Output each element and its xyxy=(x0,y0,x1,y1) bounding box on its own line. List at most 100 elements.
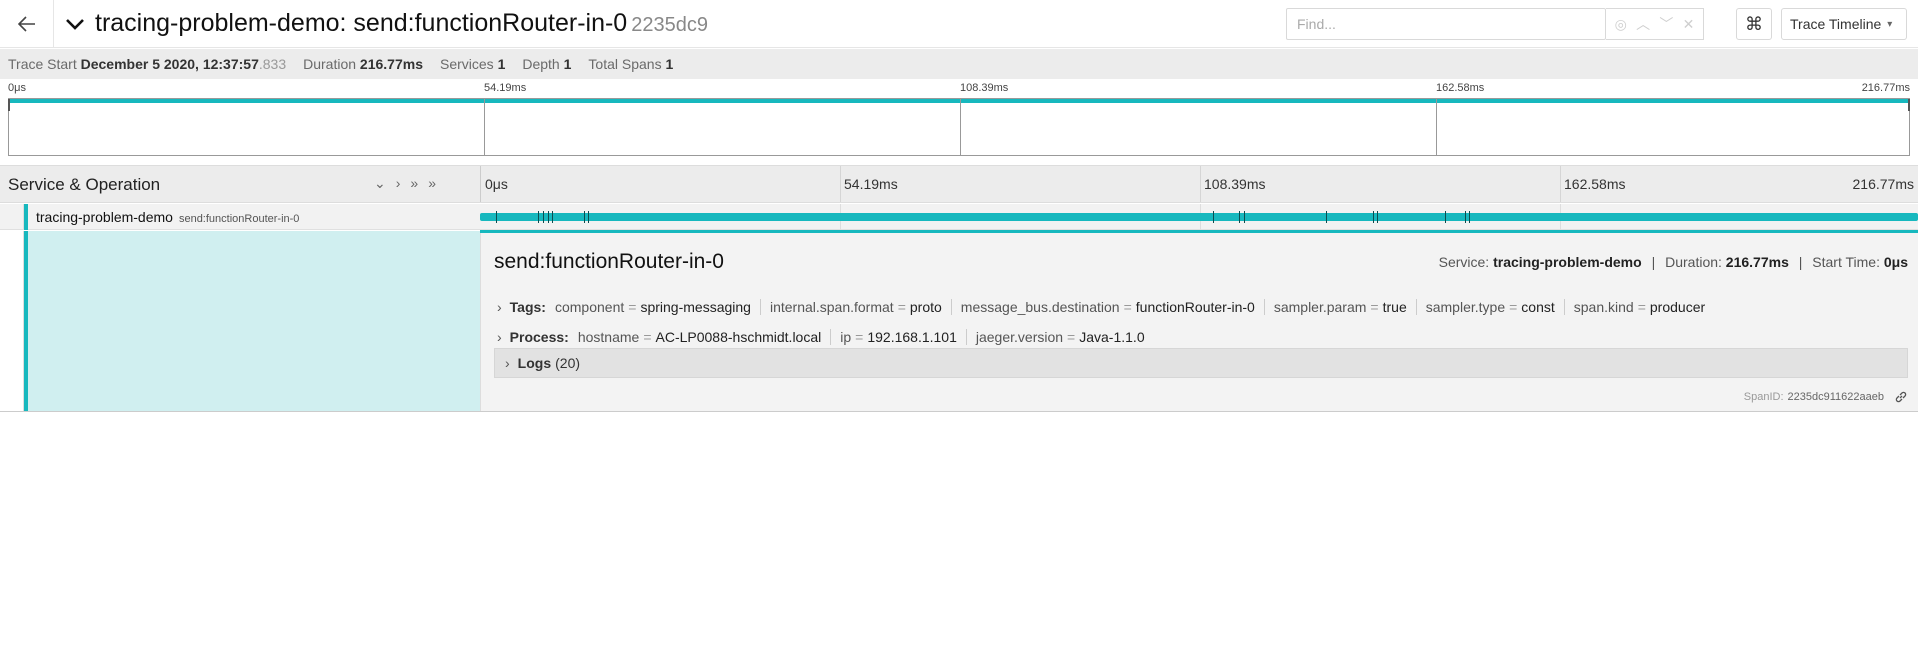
process-key: jaeger.version xyxy=(975,329,1064,345)
process-item: ip = 192.168.1.101 xyxy=(831,329,967,345)
detail-bottom-border xyxy=(0,411,1918,412)
chevron-down-icon[interactable]: ⌄ xyxy=(374,175,386,192)
trace-summary: Trace Start December 5 2020, 12:37:57.83… xyxy=(0,49,1918,79)
trace-start-value: December 5 2020, 12:37:57 xyxy=(80,56,259,72)
chevron-right-icon[interactable]: › xyxy=(497,329,502,345)
tags-key: internal.span.format xyxy=(769,299,894,315)
span-log-marker xyxy=(1213,211,1214,223)
depth-label: Depth xyxy=(522,56,560,72)
double-chevron-down-icon[interactable]: » xyxy=(410,175,418,192)
span-log-marker xyxy=(1244,211,1245,223)
logs-section[interactable]: › Logs (20) xyxy=(494,348,1908,378)
chevron-down-icon[interactable] xyxy=(64,13,86,35)
timeline-expand-controls: ⌄ › » » xyxy=(374,175,436,192)
command-icon: ⌘ xyxy=(1745,13,1763,34)
detail-meta: Service: tracing-problem-demo | Duration… xyxy=(1439,254,1908,270)
view-select-label: Trace Timeline xyxy=(1790,16,1882,32)
tick-line xyxy=(840,166,841,202)
keyboard-shortcuts-button[interactable]: ⌘ xyxy=(1736,8,1772,40)
trace-title: tracing-problem-demo: send:functionRoute… xyxy=(95,9,708,38)
span-log-marker xyxy=(1469,211,1470,223)
span-name[interactable]: tracing-problem-demo send:functionRouter-… xyxy=(36,209,299,225)
span-log-marker xyxy=(548,211,549,223)
chevron-up-icon[interactable]: ︿ xyxy=(1636,14,1650,34)
span-operation-name: send:functionRouter-in-0 xyxy=(178,213,300,225)
minimap-handle-left[interactable] xyxy=(8,99,10,111)
detail-indent xyxy=(0,231,24,411)
tags-item: span.kind = producer xyxy=(1565,299,1714,315)
tags-value: spring-messaging xyxy=(640,299,751,315)
trace-services: Services 1 xyxy=(440,56,505,72)
equals-sign: = xyxy=(1123,299,1132,315)
chevron-down-icon: ▾ xyxy=(1887,18,1893,30)
span-indent xyxy=(0,204,24,230)
view-select[interactable]: Trace Timeline ▾ xyxy=(1781,8,1907,40)
equals-sign: = xyxy=(1509,299,1518,315)
double-chevron-right-icon[interactable]: » xyxy=(428,175,436,192)
span-bar-area[interactable] xyxy=(480,204,1918,230)
minimap-tick-label: 54.19ms xyxy=(484,82,527,94)
process-row[interactable]: › Process: hostname = AC-LP0088-hschmidt.l… xyxy=(497,329,1154,345)
trace-start-ms: .833 xyxy=(258,56,287,72)
minimap-tick-label: 0μs xyxy=(8,82,26,94)
span-log-marker xyxy=(1445,211,1446,223)
chevron-down-icon[interactable]: ﹀ xyxy=(1659,14,1673,34)
tags-key: message_bus.destination xyxy=(960,299,1120,315)
locate-icon[interactable]: ◎ xyxy=(1615,16,1627,33)
chevron-right-icon[interactable]: › xyxy=(396,175,401,192)
back-button[interactable] xyxy=(0,0,54,48)
span-log-marker xyxy=(552,211,553,223)
tags-value: producer xyxy=(1649,299,1706,315)
duration-label: Duration xyxy=(303,56,357,72)
minimap-tick-label: 162.58ms xyxy=(1436,82,1485,94)
span-log-marker xyxy=(1465,211,1466,223)
span-log-marker xyxy=(1239,211,1240,223)
equals-sign: = xyxy=(643,329,652,345)
span-id: SpanID: 2235dc911622aaeb xyxy=(1744,390,1908,404)
services-label: Services xyxy=(439,56,494,72)
logs-label: Logs xyxy=(517,355,552,371)
column-resizer[interactable] xyxy=(480,166,481,202)
span-log-marker xyxy=(1373,211,1374,223)
total-spans-value: 1 xyxy=(665,56,674,72)
span-log-marker xyxy=(543,211,544,223)
chevron-right-icon[interactable]: › xyxy=(497,299,502,315)
detail-start-value: 0μs xyxy=(1883,254,1908,270)
trace-minimap[interactable]: 0μs 54.19ms 108.39ms 162.58ms 216.77ms xyxy=(0,79,1918,163)
minimap-handle-right[interactable] xyxy=(1908,99,1910,111)
tick-line xyxy=(1200,166,1201,202)
tags-item: component = spring-messaging xyxy=(555,299,761,315)
separator: | xyxy=(1651,254,1656,270)
detail-duration-label: Duration: xyxy=(1665,254,1722,270)
process-key: hostname xyxy=(577,329,640,345)
span-service-color xyxy=(24,204,28,230)
trace-header: tracing-problem-demo: send:functionRoute… xyxy=(0,0,1918,48)
tags-label: Tags: xyxy=(509,299,546,315)
equals-sign: = xyxy=(1067,329,1076,345)
tags-row[interactable]: › Tags: component = spring-messaging intern… xyxy=(497,299,1714,315)
link-icon[interactable] xyxy=(1894,390,1908,404)
process-value: 192.168.1.101 xyxy=(867,329,957,345)
equals-sign: = xyxy=(855,329,864,345)
span-bar[interactable] xyxy=(480,213,1918,221)
span-log-marker xyxy=(1326,211,1327,223)
depth-value: 1 xyxy=(563,56,572,72)
minimap-canvas[interactable] xyxy=(8,98,1910,156)
timeline-tick-label: 162.58ms xyxy=(1564,176,1626,192)
trace-duration: Duration 216.77ms xyxy=(303,56,423,72)
timeline-tick-label: 54.19ms xyxy=(844,176,898,192)
timeline-tick-label: 0μs xyxy=(485,176,508,192)
span-detail: send:functionRouter-in-0 Service: tracin… xyxy=(480,233,1918,411)
separator: | xyxy=(1798,254,1803,270)
process-value: Java-1.1.0 xyxy=(1079,329,1145,345)
detail-highlight xyxy=(28,231,480,411)
services-value: 1 xyxy=(497,56,506,72)
tags-value: functionRouter-in-0 xyxy=(1135,299,1255,315)
span-row[interactable]: tracing-problem-demo send:functionRouter-… xyxy=(0,204,1918,230)
process-value: AC-LP0088-hschmidt.local xyxy=(655,329,822,345)
trace-total-spans: Total Spans 1 xyxy=(588,56,673,72)
tags-item: internal.span.format = proto xyxy=(761,299,952,315)
find-input[interactable] xyxy=(1286,8,1606,40)
close-icon[interactable]: ✕ xyxy=(1683,16,1695,33)
tags-item: sampler.param = true xyxy=(1265,299,1417,315)
